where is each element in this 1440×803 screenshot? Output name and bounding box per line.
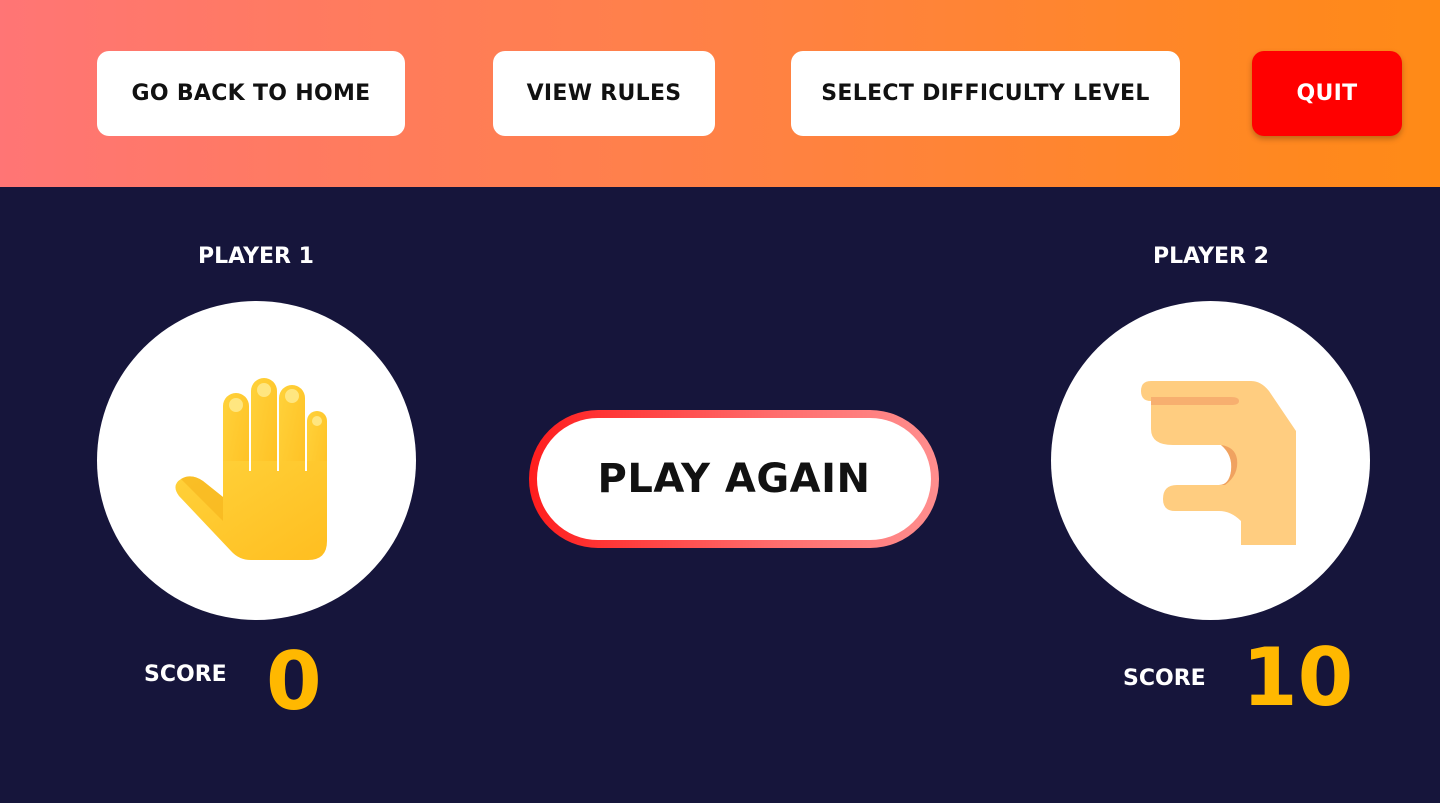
top-navigation-bar: GO BACK TO HOME VIEW RULES SELECT DIFFIC…: [0, 0, 1440, 187]
view-rules-button[interactable]: VIEW RULES: [493, 51, 715, 136]
player-1-choice: [97, 301, 416, 620]
player-2-choice: [1051, 301, 1370, 620]
quit-button[interactable]: QUIT: [1252, 51, 1402, 136]
player-1-label: PLAYER 1: [198, 244, 314, 269]
player-1-score: 0: [266, 635, 322, 728]
player-2-score: 10: [1242, 631, 1354, 724]
player-2-label: PLAYER 2: [1153, 244, 1269, 269]
scissors-hand-icon: [1140, 380, 1296, 545]
paper-hand-icon: [174, 377, 327, 560]
play-again-label: PLAY AGAIN: [537, 418, 931, 540]
select-difficulty-button[interactable]: SELECT DIFFICULTY LEVEL: [791, 51, 1180, 136]
play-again-button[interactable]: PLAY AGAIN: [529, 410, 939, 548]
player-1-score-label: SCORE: [144, 662, 227, 687]
go-back-home-button[interactable]: GO BACK TO HOME: [97, 51, 405, 136]
player-2-score-label: SCORE: [1123, 666, 1206, 691]
